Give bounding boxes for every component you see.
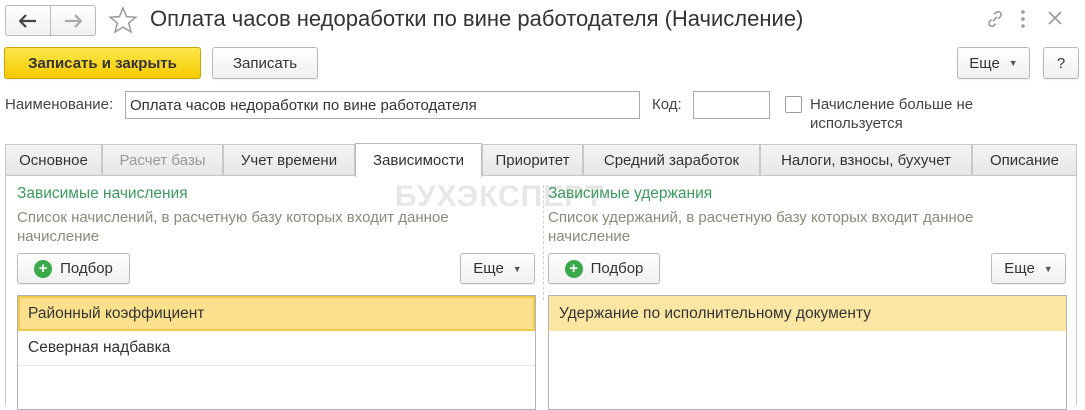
tab-main[interactable]: Основное (5, 144, 102, 176)
page-title: Оплата часов недоработки по вине работод… (150, 6, 804, 31)
not-used-label: Начисление больше не используется (810, 95, 973, 133)
caret-down-icon: ▼ (1043, 263, 1053, 274)
accruals-pick-label: Подбор (60, 260, 113, 277)
tab-taxes[interactable]: Налоги, взносы, бухучет (760, 144, 972, 176)
save-and-close-button[interactable]: Записать и закрыть (4, 47, 201, 79)
code-label: Код: (652, 96, 682, 113)
plus-icon: + (564, 259, 583, 278)
dependent-deductions-description-line2: начисление (548, 228, 631, 245)
save-button[interactable]: Записать (212, 47, 318, 79)
not-used-checkbox[interactable] (785, 96, 802, 113)
dependent-accruals-description: Список начислений, в расчетную базу кото… (17, 208, 517, 246)
section-divider (543, 185, 544, 300)
more-vertical-icon[interactable] (1019, 8, 1027, 34)
accruals-more-button[interactable]: Еще ▼ (460, 253, 535, 284)
dependent-accruals-title: Зависимые начисления (17, 185, 188, 202)
dependent-deductions-description: Список удержаний, в расчетную базу котор… (548, 208, 1048, 246)
forward-button[interactable] (50, 6, 95, 35)
tab-base-calc[interactable]: Расчет базы (102, 144, 223, 176)
link-icon[interactable] (985, 9, 1005, 33)
arrow-left-icon (19, 13, 36, 28)
tab-description[interactable]: Описание (972, 144, 1077, 176)
accruals-more-label: Еще (473, 260, 504, 277)
deductions-list[interactable]: Удержание по исполнительному документу (548, 295, 1067, 410)
arrow-right-icon (65, 13, 82, 28)
dependent-deductions-title: Зависимые удержания (548, 185, 713, 202)
tab-priority[interactable]: Приоритет (482, 144, 583, 176)
more-button[interactable]: Еще ▼ (957, 47, 1030, 79)
tab-bar: Основное Расчет базы Учет времени Зависи… (5, 143, 1077, 177)
help-button[interactable]: ? (1043, 47, 1079, 79)
tab-time-accounting[interactable]: Учет времени (223, 144, 355, 176)
accruals-pick-button[interactable]: + Подбор (17, 253, 130, 284)
table-row[interactable]: Удержание по исполнительному документу (549, 296, 1066, 331)
dependent-accruals-description-line2: начисление (17, 228, 100, 245)
tab-average-earnings[interactable]: Средний заработок (583, 144, 760, 176)
table-row[interactable]: Северная надбавка (18, 331, 535, 366)
back-button[interactable] (6, 6, 50, 35)
favorite-star-icon[interactable] (108, 6, 138, 38)
deductions-pick-button[interactable]: + Подбор (548, 253, 660, 284)
not-used-label-line2: используется (810, 115, 903, 132)
plus-icon: + (34, 259, 53, 278)
deductions-more-button[interactable]: Еще ▼ (991, 253, 1066, 284)
nav-buttons (5, 5, 96, 36)
not-used-label-line1: Начисление больше не (810, 96, 974, 113)
caret-down-icon: ▼ (512, 263, 522, 274)
table-row[interactable]: Районный коэффициент (18, 296, 535, 331)
code-input[interactable] (693, 91, 770, 119)
deductions-pick-label: Подбор (590, 260, 644, 277)
tab-dependencies[interactable]: Зависимости (355, 143, 482, 177)
name-label: Наименование: (5, 96, 114, 113)
deductions-more-label: Еще (1004, 260, 1035, 277)
dependent-accruals-description-line1: Список начислений, в расчетную базу кото… (17, 209, 449, 226)
close-icon[interactable] (1046, 9, 1064, 31)
dependent-deductions-description-line1: Список удержаний, в расчетную базу котор… (548, 209, 974, 226)
more-button-label: Еще (969, 54, 1000, 72)
name-input[interactable] (125, 91, 640, 119)
accruals-list[interactable]: Районный коэффициент Северная надбавка (17, 295, 536, 410)
caret-down-icon: ▼ (1008, 58, 1018, 68)
